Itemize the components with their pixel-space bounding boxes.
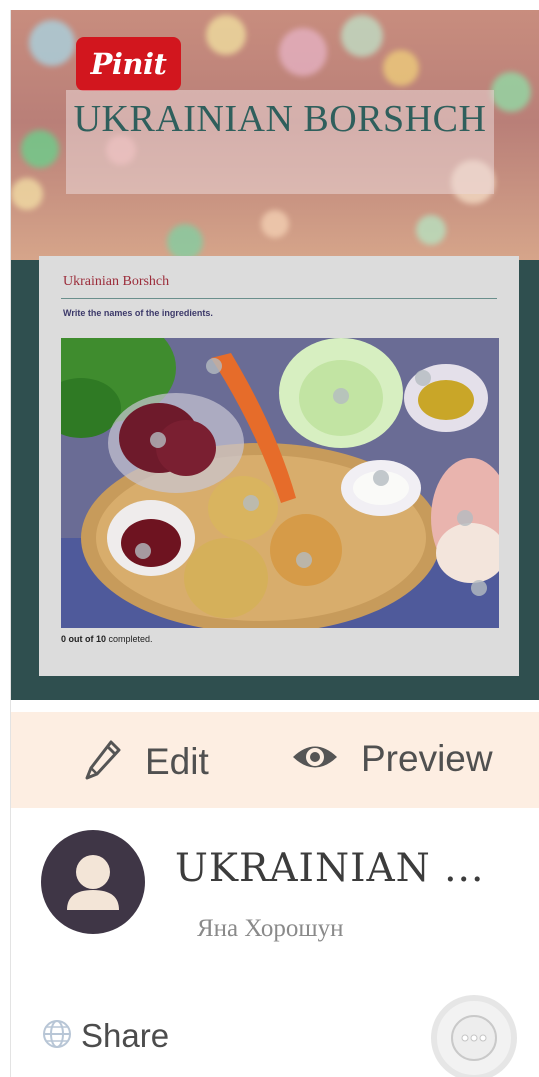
pin-it-label: Pinit — [90, 47, 167, 81]
user-icon — [67, 855, 119, 910]
cover-title: UKRAINIAN BORSHCH — [73, 98, 487, 140]
h5p-progress-count: 0 out of 10 — [61, 634, 107, 644]
eye-icon — [291, 740, 339, 778]
h5p-preview: Ukrainian Borshch Write the names of the… — [39, 256, 519, 676]
h5p-divider — [61, 298, 497, 299]
more-options-icon — [451, 1015, 497, 1061]
h5p-progress-text: completed. — [106, 634, 153, 644]
pin-it-button[interactable]: Pinit — [76, 37, 181, 91]
pencil-icon — [83, 738, 123, 786]
edit-button[interactable]: Edit — [83, 738, 209, 786]
author-name[interactable]: Яна Хорошун — [197, 915, 344, 943]
more-options-button[interactable] — [431, 995, 517, 1077]
preview-label: Preview — [361, 738, 493, 779]
content-title[interactable]: UKRAINIAN ... — [175, 846, 535, 891]
ingredients-illustration — [61, 338, 499, 628]
share-label: Share — [81, 1017, 170, 1054]
h5p-progress-status: 0 out of 10 completed. — [61, 634, 153, 644]
cover-image[interactable]: Pinit UKRAINIAN BORSHCH Ukrainian Borshc… — [11, 10, 539, 700]
ingredients-photo — [61, 338, 499, 628]
card-actions-bar: Edit Preview — [11, 712, 539, 808]
preview-button[interactable]: Preview — [291, 738, 493, 780]
globe-icon — [41, 1018, 73, 1054]
edit-label: Edit — [145, 741, 209, 782]
author-avatar[interactable] — [41, 830, 145, 934]
content-card[interactable]: Pinit UKRAINIAN BORSHCH Ukrainian Borshc… — [10, 10, 539, 1077]
h5p-title: Ukrainian Borshch — [63, 274, 170, 289]
share-button[interactable]: Share — [41, 1017, 169, 1055]
h5p-task-text: Write the names of the ingredients. — [63, 308, 213, 318]
